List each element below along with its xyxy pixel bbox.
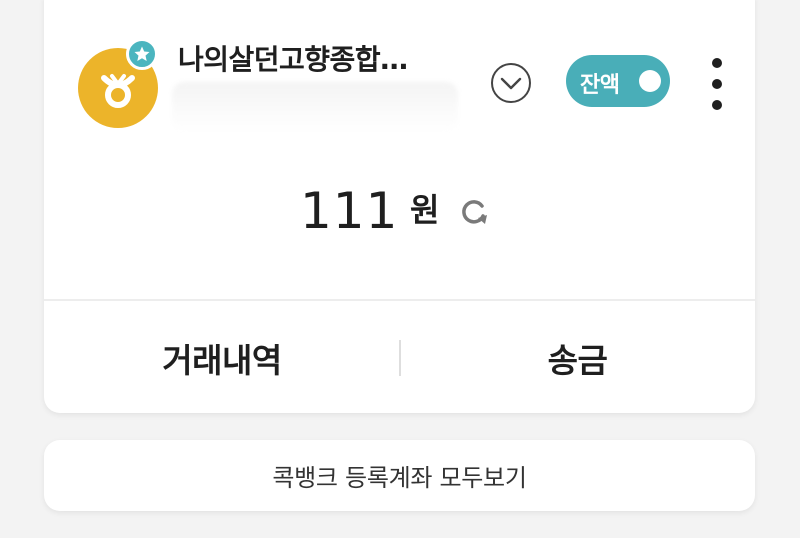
balance-amount: 111 <box>300 182 399 240</box>
account-number-masked <box>172 82 458 132</box>
expand-account-button[interactable] <box>490 62 532 104</box>
refresh-balance-button[interactable] <box>456 194 492 230</box>
transfer-button[interactable]: 송금 <box>400 302 755 413</box>
favorite-star-icon[interactable] <box>126 38 158 70</box>
view-all-accounts-button[interactable]: 콕뱅크 등록계좌 모두보기 <box>44 440 755 511</box>
account-name: 나의살던고향종합… <box>178 43 408 76</box>
more-vertical-icon <box>712 58 722 68</box>
card-divider <box>44 299 755 301</box>
chevron-down-icon <box>491 63 531 103</box>
toggle-label: 잔액 <box>580 73 620 98</box>
refresh-icon <box>462 200 487 224</box>
more-options-button[interactable] <box>704 56 730 112</box>
account-card: 나의살던고향종합… 잔액 111 원 거래내역 송금 <box>44 0 755 413</box>
transaction-history-button[interactable]: 거래내역 <box>44 302 400 413</box>
balance-visibility-toggle[interactable]: 잔액 <box>566 55 670 107</box>
balance-unit: 원 <box>410 191 440 229</box>
toggle-knob <box>639 70 661 92</box>
